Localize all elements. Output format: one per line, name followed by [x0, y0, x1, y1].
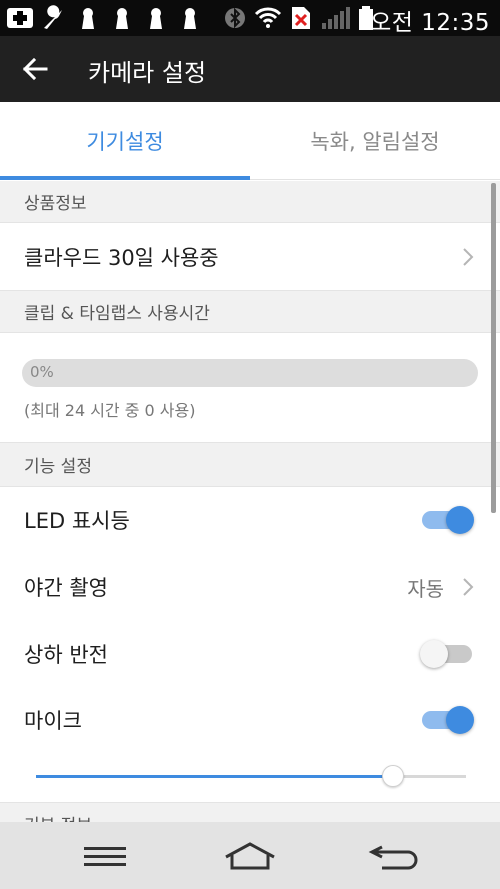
vertical-flip-label: 상하 반전 [24, 643, 108, 667]
section-header-label: 상품정보 [24, 194, 87, 214]
night-shooting-row[interactable]: 야간 촬영 자동 [0, 553, 500, 621]
usage-progress-bar: 0% [22, 359, 478, 387]
section-header-features: 기능 설정 [0, 443, 500, 487]
night-shooting-label: 야간 촬영 [24, 576, 108, 600]
cloud-subscription-row[interactable]: 클라우드 30일 사용중 [0, 223, 500, 291]
home-button[interactable] [215, 834, 285, 878]
section-header-label: 기능 설정 [24, 457, 92, 477]
usage-note: (최대 24 시간 중 0 사용) [24, 401, 196, 420]
back-button[interactable] [12, 46, 58, 92]
keyhole-icon [150, 8, 162, 29]
vertical-flip-row: 상하 반전 [0, 621, 500, 687]
led-indicator-row: LED 표시등 [0, 487, 500, 553]
section-header-label: 클립 & 타임랩스 사용시간 [24, 304, 210, 324]
chevron-right-icon [463, 247, 474, 266]
led-indicator-toggle[interactable] [422, 503, 474, 537]
system-nav-bar [0, 822, 500, 889]
microphone-row: 마이크 [0, 687, 500, 802]
wifi-icon [254, 7, 282, 28]
cloud-subscription-label: 클라우드 30일 사용중 [24, 245, 219, 270]
signal-icon [322, 7, 350, 29]
usage-panel [0, 333, 500, 443]
microphone-volume-slider[interactable] [36, 765, 466, 787]
no-sim-icon [292, 7, 310, 29]
led-indicator-label: LED 표시등 [24, 509, 130, 533]
home-icon [225, 842, 275, 870]
tab-record-alert-settings[interactable]: 녹화, 알림설정 [250, 102, 500, 180]
night-shooting-value: 자동 [407, 576, 444, 601]
menu-button[interactable] [70, 834, 140, 878]
menu-icon [84, 847, 126, 866]
status-time: 오전 12:35 [370, 10, 490, 36]
microphone-volume-thumb[interactable] [381, 765, 404, 787]
microphone-toggle[interactable] [422, 703, 474, 737]
page-title: 카메라 설정 [88, 59, 207, 87]
microphone-label: 마이크 [24, 709, 82, 733]
wrench-icon [44, 5, 62, 29]
scrollbar[interactable] [491, 183, 496, 513]
section-header-product-info: 상품정보 [0, 181, 500, 223]
arrow-left-icon [22, 57, 48, 81]
keyhole-icon [116, 8, 128, 29]
section-header-usage: 클립 & 타임랩스 사용시간 [0, 291, 500, 333]
status-bar: 오전 12:35 [0, 0, 500, 36]
tab-indicator [0, 176, 250, 180]
bluetooth-icon [225, 7, 245, 29]
back-icon [368, 845, 418, 870]
usage-progress-text: 0% [30, 363, 54, 381]
keyhole-icon [82, 8, 94, 29]
medical-cross-icon [7, 8, 33, 28]
tab-device-settings[interactable]: 기기설정 [0, 102, 250, 180]
system-back-button[interactable] [360, 834, 430, 878]
chevron-right-icon [463, 578, 474, 596]
tab-bar: 기기설정 녹화, 알림설정 [0, 102, 500, 180]
section-header-basic-info: 기본 정보 [0, 802, 500, 822]
app-bar: 카메라 설정 [0, 36, 500, 102]
keyhole-icon [184, 8, 196, 29]
section-header-label: 기본 정보 [24, 811, 92, 822]
vertical-flip-toggle[interactable] [420, 637, 472, 671]
microphone-volume-fill [36, 775, 393, 778]
